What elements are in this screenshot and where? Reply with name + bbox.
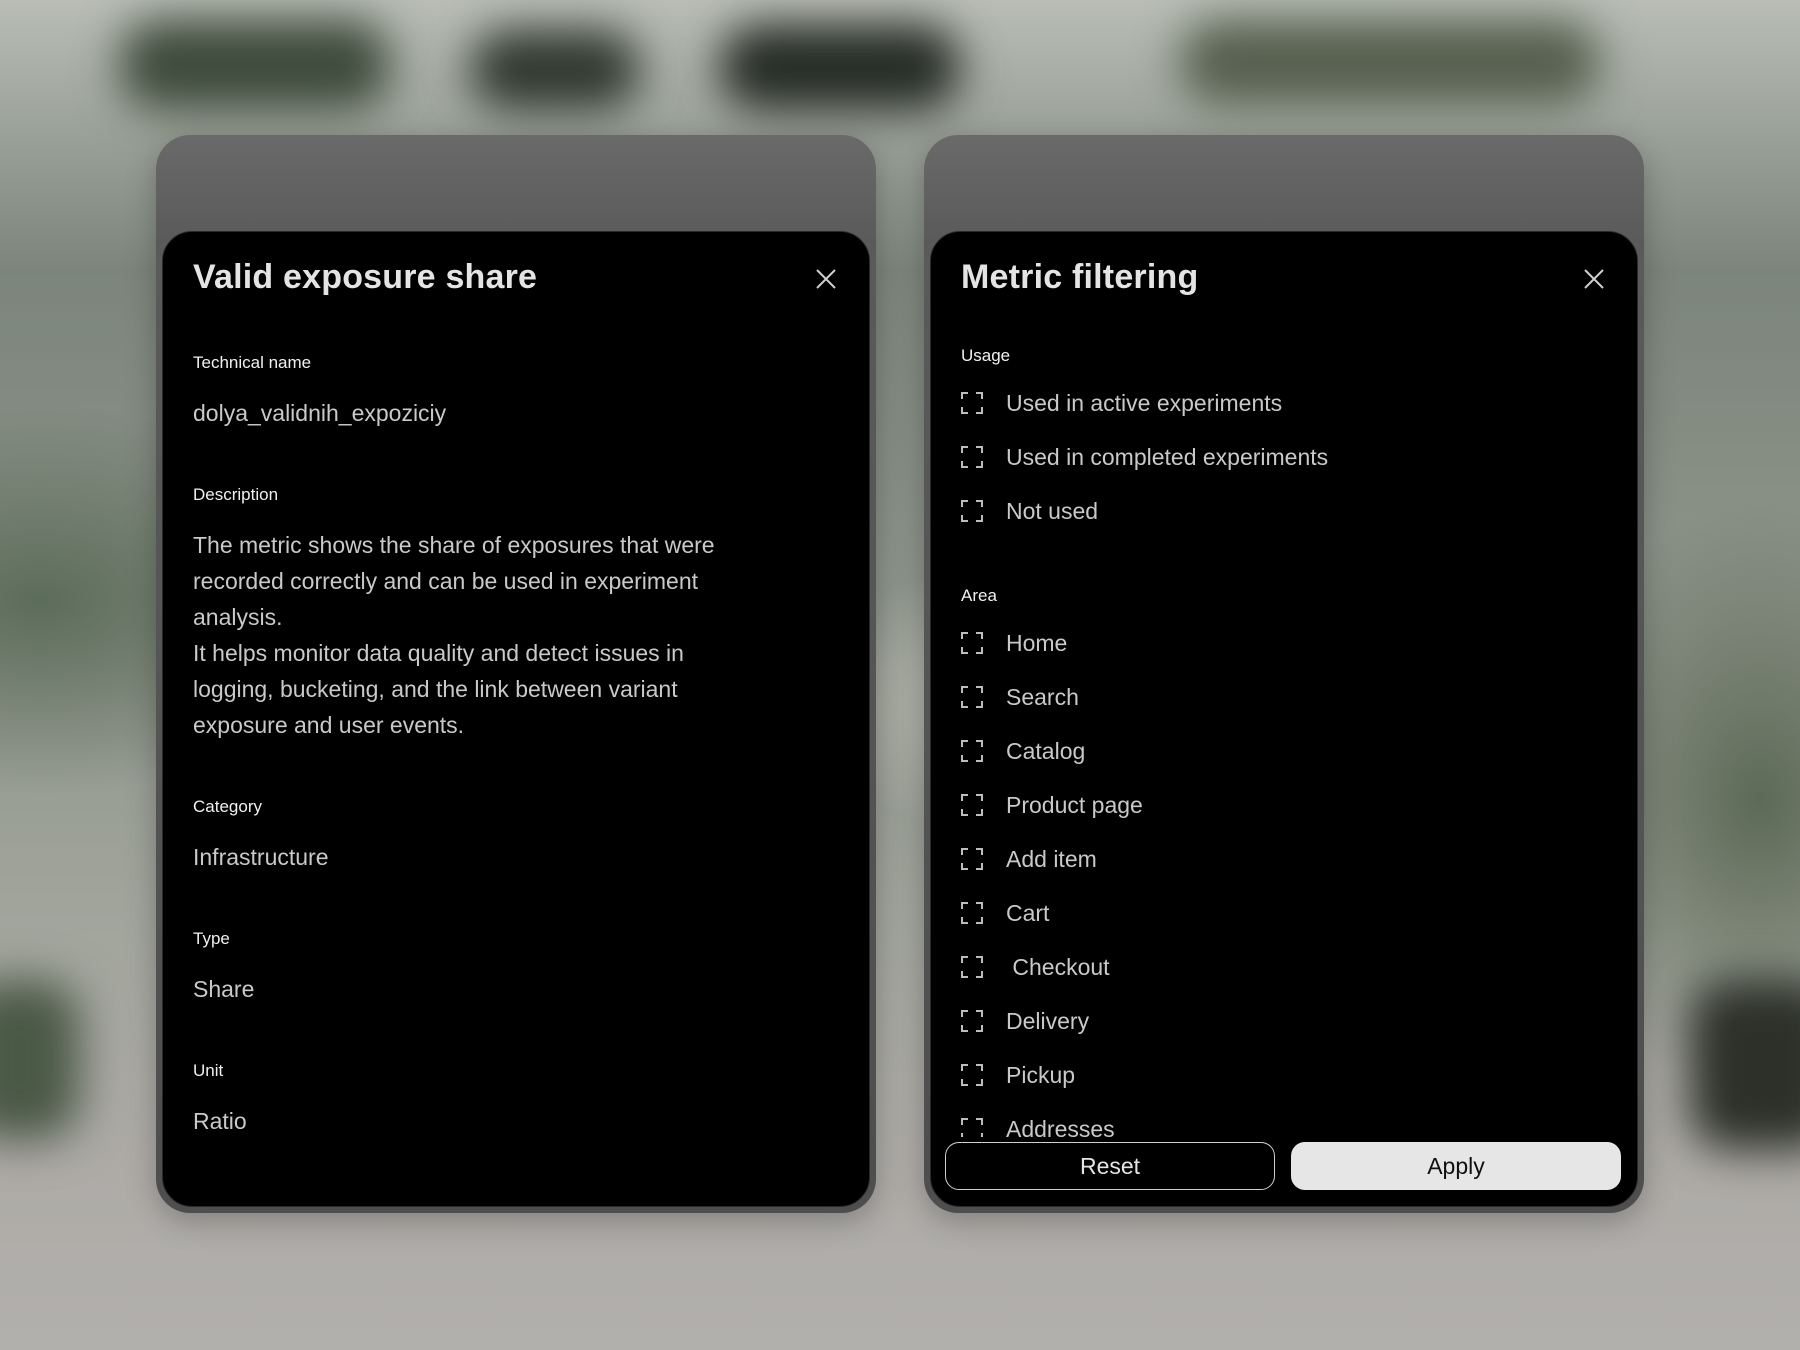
- checkbox[interactable]: [961, 902, 983, 924]
- filter-options-list[interactable]: Usage Used in active experiments Used in …: [931, 232, 1637, 1137]
- reset-button[interactable]: Reset: [945, 1142, 1275, 1190]
- checkbox[interactable]: [961, 1010, 983, 1032]
- close-icon: [813, 266, 839, 292]
- checkbox[interactable]: [961, 686, 983, 708]
- option-label: Catalog: [1006, 737, 1086, 764]
- checkbox[interactable]: [961, 956, 983, 978]
- option-label: Addresses: [1006, 1115, 1115, 1138]
- option-label: Used in completed experiments: [1006, 443, 1329, 470]
- usage-section-label: Usage: [961, 346, 1011, 365]
- checkbox[interactable]: [961, 392, 983, 414]
- area-option[interactable]: Cart: [961, 898, 1049, 928]
- apply-button[interactable]: Apply: [1291, 1142, 1621, 1190]
- area-option[interactable]: Delivery: [961, 1006, 1089, 1036]
- area-option[interactable]: Add item: [961, 844, 1097, 874]
- option-label: Not used: [1006, 497, 1099, 524]
- checkbox[interactable]: [961, 848, 983, 870]
- category-field: Category Infrastructure: [193, 797, 749, 875]
- category-value: Infrastructure: [193, 844, 329, 870]
- checkbox[interactable]: [961, 740, 983, 762]
- checkbox[interactable]: [961, 794, 983, 816]
- metric-title: Valid exposure share: [193, 258, 538, 296]
- technical-name-value: dolya_validnih_expoziciy: [193, 400, 447, 426]
- area-section-label: Area: [961, 586, 997, 605]
- option-label: Search: [1006, 683, 1079, 710]
- usage-option[interactable]: Used in completed experiments: [961, 442, 1328, 472]
- close-button[interactable]: [813, 266, 839, 292]
- option-label: Checkout: [1006, 953, 1110, 980]
- area-option[interactable]: Search: [961, 682, 1079, 712]
- option-label: Home: [1006, 629, 1068, 656]
- unit-field: Unit Ratio: [193, 1061, 749, 1139]
- checkbox[interactable]: [961, 1064, 983, 1086]
- area-option[interactable]: Home: [961, 628, 1067, 658]
- description-value: The metric shows the share of exposures …: [193, 532, 715, 738]
- option-label: Pickup: [1006, 1061, 1076, 1088]
- field-label: Unit: [193, 1061, 224, 1080]
- checkbox[interactable]: [961, 632, 983, 654]
- unit-value: Ratio: [193, 1108, 247, 1134]
- area-option[interactable]: Pickup: [961, 1060, 1075, 1090]
- metric-details-sheet: Valid exposure share Technical name doly…: [156, 135, 876, 1213]
- description-field: Description The metric shows the share o…: [193, 485, 749, 743]
- metric-filter-card: Metric filtering Usage Used in active ex…: [930, 231, 1638, 1207]
- usage-option[interactable]: Used in active experiments: [961, 388, 1282, 418]
- option-label: Product page: [1006, 791, 1143, 818]
- field-label: Description: [193, 485, 279, 504]
- technical-name-field: Technical name dolya_validnih_expoziciy: [193, 353, 749, 431]
- area-option[interactable]: Catalog: [961, 736, 1085, 766]
- checkbox[interactable]: [961, 500, 983, 522]
- field-label: Category: [193, 797, 262, 816]
- area-option[interactable]: Checkout: [961, 952, 1110, 982]
- option-label: Used in active experiments: [1006, 389, 1283, 416]
- type-value: Share: [193, 976, 255, 1002]
- type-field: Type Share: [193, 929, 749, 1007]
- area-option[interactable]: Product page: [961, 790, 1143, 820]
- checkbox[interactable]: [961, 1118, 983, 1137]
- field-label: Technical name: [193, 353, 312, 372]
- usage-option[interactable]: Not used: [961, 496, 1098, 526]
- option-label: Delivery: [1006, 1007, 1090, 1034]
- option-label: Add item: [1006, 845, 1097, 872]
- metric-filter-sheet: Metric filtering Usage Used in active ex…: [924, 135, 1644, 1213]
- field-label: Type: [193, 929, 230, 948]
- area-option[interactable]: Addresses: [961, 1114, 1115, 1137]
- option-label: Cart: [1006, 899, 1050, 926]
- checkbox[interactable]: [961, 446, 983, 468]
- metric-details-card: Valid exposure share Technical name doly…: [162, 231, 870, 1207]
